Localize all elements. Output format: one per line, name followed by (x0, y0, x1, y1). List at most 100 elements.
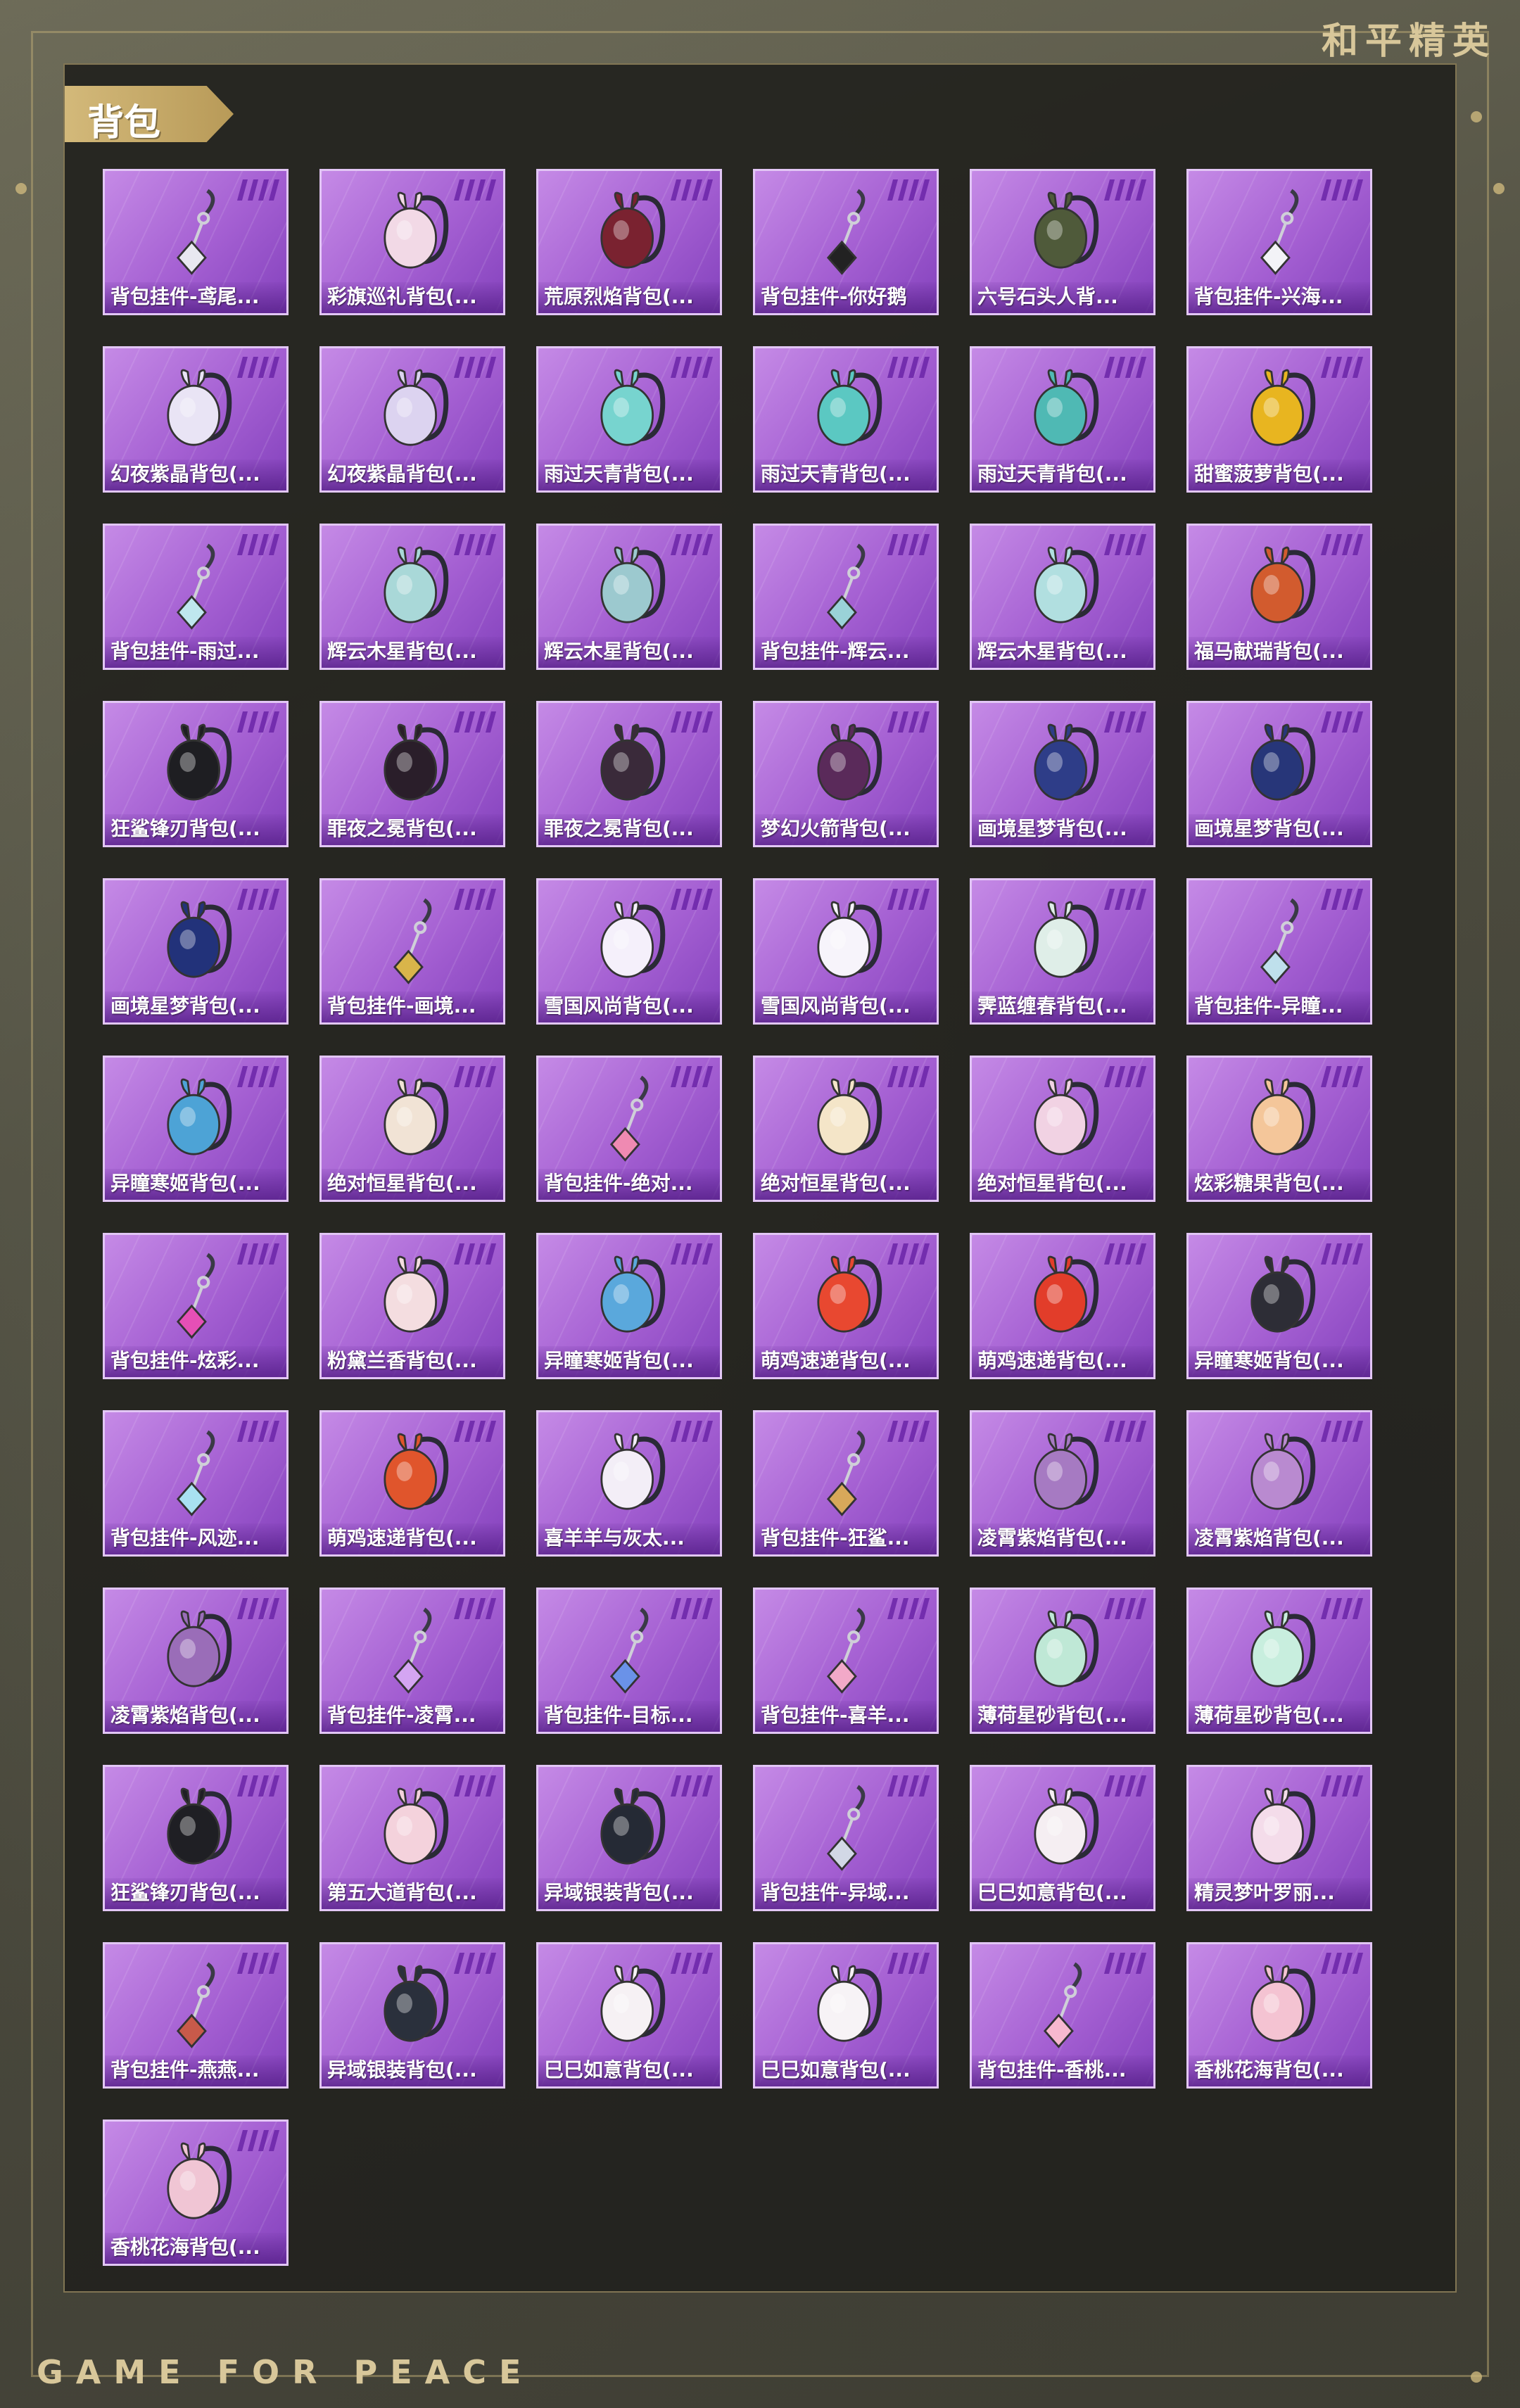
item-card[interactable]: 薄荷星砂背包(... (970, 1588, 1155, 1734)
item-card[interactable]: 异瞳寒姬背包(... (1186, 1233, 1372, 1379)
item-card[interactable]: 凌霄紫焰背包(... (103, 1588, 289, 1734)
rarity-bars-icon (670, 1953, 714, 1974)
item-card[interactable]: 画境星梦背包(... (970, 701, 1155, 847)
item-card[interactable]: 雪国风尚背包(... (753, 878, 939, 1025)
item-card[interactable]: 甜蜜菠萝背包(... (1186, 346, 1372, 493)
item-name: 凌霄紫焰背包(... (977, 1526, 1127, 1550)
item-card[interactable]: 背包挂件-香桃... (970, 1942, 1155, 2089)
pendant-icon (393, 1607, 432, 1694)
item-card[interactable]: 粉黛兰香背包(... (319, 1233, 505, 1379)
item-card[interactable]: 画境星梦背包(... (1186, 701, 1372, 847)
backpack-icon (1250, 1255, 1316, 1333)
rarity-bars-icon (236, 534, 280, 555)
item-card[interactable]: 幻夜紫晶背包(... (319, 346, 505, 493)
item-card[interactable]: 背包挂件-风迹... (103, 1410, 289, 1557)
pendant-icon (176, 189, 215, 275)
item-card[interactable]: 绝对恒星背包(... (970, 1056, 1155, 1202)
item-card[interactable]: 异域银装背包(... (319, 1942, 505, 2089)
item-card[interactable]: 雨过天青背包(... (970, 346, 1155, 493)
item-name: 辉云木星背包(... (544, 640, 694, 663)
item-card[interactable]: 背包挂件-鸢尾... (103, 169, 289, 315)
item-name: 背包挂件-燕燕... (110, 2058, 260, 2081)
item-card[interactable]: 背包挂件-你好鹅 (753, 169, 939, 315)
item-card[interactable]: 香桃花海背包(... (1186, 1942, 1372, 2089)
item-card[interactable]: 背包挂件-异域... (753, 1765, 939, 1911)
rarity-bars-icon (236, 1775, 280, 1797)
backpack-icon (1034, 1078, 1099, 1155)
backpack-icon (1034, 1433, 1099, 1510)
item-card[interactable]: 薄荷星砂背包(... (1186, 1588, 1372, 1734)
item-card[interactable]: 雨过天青背包(... (753, 346, 939, 493)
item-card[interactable]: 背包挂件-雨过... (103, 524, 289, 670)
item-card[interactable]: 绝对恒星背包(... (753, 1056, 939, 1202)
item-card[interactable]: 第五大道背包(... (319, 1765, 505, 1911)
item-card[interactable]: 背包挂件-目标... (536, 1588, 722, 1734)
item-card[interactable]: 巳巳如意背包(... (970, 1765, 1155, 1911)
item-card[interactable]: 罪夜之冕背包(... (319, 701, 505, 847)
item-card[interactable]: 萌鸡速递背包(... (753, 1233, 939, 1379)
backpack-icon (1034, 1787, 1099, 1865)
item-card[interactable]: 雨过天青背包(... (536, 346, 722, 493)
item-card[interactable]: 背包挂件-燕燕... (103, 1942, 289, 2089)
item-card[interactable]: 绝对恒星背包(... (319, 1056, 505, 1202)
rarity-bars-icon (453, 1243, 497, 1265)
item-card[interactable]: 巳巳如意背包(... (536, 1942, 722, 2089)
item-card[interactable]: 背包挂件-辉云... (753, 524, 939, 670)
item-card[interactable]: 背包挂件-兴海... (1186, 169, 1372, 315)
item-card[interactable]: 霁蓝缠春背包(... (970, 878, 1155, 1025)
item-card[interactable]: 喜羊羊与灰太... (536, 1410, 722, 1557)
item-card[interactable]: 凌霄紫焰背包(... (1186, 1410, 1372, 1557)
item-card[interactable]: 背包挂件-炫彩... (103, 1233, 289, 1379)
rarity-bars-icon (1320, 1598, 1364, 1619)
item-card[interactable]: 凌霄紫焰背包(... (970, 1410, 1155, 1557)
item-name: 背包挂件-风迹... (110, 1526, 260, 1550)
backpack-icon (384, 546, 449, 623)
item-card[interactable]: 罪夜之冕背包(... (536, 701, 722, 847)
pendant-icon (1043, 1962, 1082, 2048)
rarity-bars-icon (1320, 1066, 1364, 1087)
item-card[interactable]: 背包挂件-凌霄... (319, 1588, 505, 1734)
item-card[interactable]: 精灵梦叶罗丽... (1186, 1765, 1372, 1911)
item-card[interactable]: 背包挂件-狂鲨... (753, 1410, 939, 1557)
item-card[interactable]: 异瞳寒姬背包(... (103, 1056, 289, 1202)
item-name: 萌鸡速递背包(... (761, 1349, 911, 1372)
item-card[interactable]: 香桃花海背包(... (103, 2119, 289, 2266)
backpack-icon (817, 1255, 882, 1333)
item-card[interactable]: 辉云木星背包(... (970, 524, 1155, 670)
item-card[interactable]: 异瞳寒姬背包(... (536, 1233, 722, 1379)
item-card[interactable]: 异域银装背包(... (536, 1765, 722, 1911)
item-card[interactable]: 幻夜紫晶背包(... (103, 346, 289, 493)
item-name: 萌鸡速递背包(... (977, 1349, 1127, 1372)
item-card[interactable]: 雪国风尚背包(... (536, 878, 722, 1025)
game-logo: 和平精英 (1321, 20, 1496, 63)
item-card[interactable]: 辉云木星背包(... (319, 524, 505, 670)
item-card[interactable]: 梦幻火箭背包(... (753, 701, 939, 847)
item-card[interactable]: 福马献瑞背包(... (1186, 524, 1372, 670)
item-card[interactable]: 画境星梦背包(... (103, 878, 289, 1025)
pendant-icon (1260, 189, 1299, 275)
item-card[interactable]: 彩旗巡礼背包(... (319, 169, 505, 315)
item-card[interactable]: 萌鸡速递背包(... (970, 1233, 1155, 1379)
frame-dot-icon (1493, 183, 1505, 194)
item-card[interactable]: 六号石头人背... (970, 169, 1155, 315)
rarity-bars-icon (236, 1243, 280, 1265)
backpack-icon (600, 1433, 666, 1510)
item-name: 背包挂件-凌霄... (327, 1704, 476, 1727)
item-card[interactable]: 炫彩糖果背包(... (1186, 1056, 1372, 1202)
rarity-bars-icon (236, 357, 280, 378)
item-card[interactable]: 巳巳如意背包(... (753, 1942, 939, 2089)
item-card[interactable]: 背包挂件-画境... (319, 878, 505, 1025)
item-card[interactable]: 荒原烈焰背包(... (536, 169, 722, 315)
item-card[interactable]: 背包挂件-绝对... (536, 1056, 722, 1202)
pendant-icon (826, 189, 866, 275)
item-card[interactable]: 背包挂件-喜羊... (753, 1588, 939, 1734)
item-card[interactable]: 背包挂件-异瞳... (1186, 878, 1372, 1025)
item-card[interactable]: 辉云木星背包(... (536, 524, 722, 670)
item-card[interactable]: 狂鲨锋刃背包(... (103, 701, 289, 847)
item-card[interactable]: 狂鲨锋刃背包(... (103, 1765, 289, 1911)
backpack-icon (1034, 901, 1099, 978)
backpack-icon (167, 1610, 232, 1687)
rarity-bars-icon (887, 357, 930, 378)
item-name: 薄荷星砂背包(... (1194, 1704, 1344, 1727)
item-card[interactable]: 萌鸡速递背包(... (319, 1410, 505, 1557)
